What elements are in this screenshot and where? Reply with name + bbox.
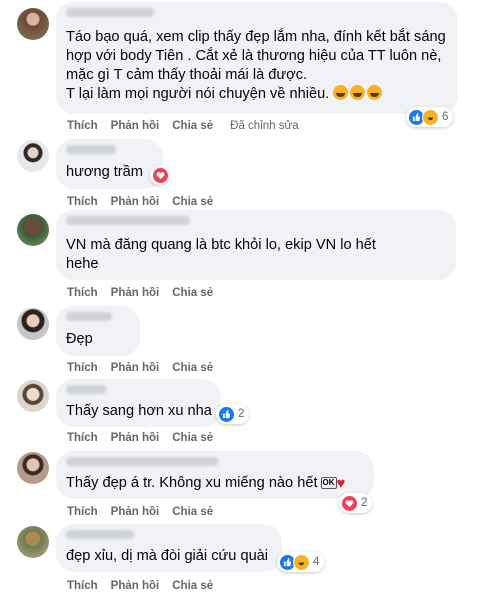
laughing-emoji-icon xyxy=(367,85,383,100)
comment-text: VN mà đăng quang là btc khỏi lo, ekip VN… xyxy=(66,237,376,272)
author-name[interactable] xyxy=(66,216,190,225)
comment-bubble: đẹp xỉu, dị mà đòi giải cứu quài xyxy=(56,524,282,572)
avatar[interactable] xyxy=(17,380,49,412)
reaction-count: 2 xyxy=(238,408,245,420)
author-name[interactable] xyxy=(66,530,134,539)
like-button[interactable]: Thích xyxy=(67,580,98,592)
ok-emoji-icon: OK xyxy=(320,477,337,489)
comment-bubble: hương trầm xyxy=(56,139,163,189)
love-icon xyxy=(341,494,358,512)
comment-actions: Thích Phản hồi Chia sẻ Đã chỉnh sửa xyxy=(67,120,299,132)
share-button[interactable]: Chia sẻ xyxy=(172,432,213,444)
reaction-summary[interactable]: 2 xyxy=(339,493,373,513)
comment-text: Táo bạo quá, xem clip thấy đẹp lắm nha, … xyxy=(66,29,446,102)
comment-actions: Thích Phản hồi Chia sẻ xyxy=(67,362,213,374)
author-name[interactable] xyxy=(66,145,116,154)
love-icon xyxy=(152,166,169,184)
reply-button[interactable]: Phản hồi xyxy=(111,196,160,208)
reaction-count: 6 xyxy=(442,111,449,123)
comment-text: Thấy sang hơn xu nha xyxy=(66,403,212,419)
laughing-emoji-icon xyxy=(333,85,349,100)
reply-button[interactable]: Phản hồi xyxy=(111,362,160,374)
share-button[interactable]: Chia sẻ xyxy=(172,580,213,592)
comment-actions: Thích Phản hồi Chia sẻ xyxy=(67,580,213,592)
comment-text: Đẹp xyxy=(66,331,93,347)
comment-bubble: Đẹp xyxy=(56,306,140,356)
like-button[interactable]: Thích xyxy=(67,287,98,299)
reply-button[interactable]: Phản hồi xyxy=(111,432,160,444)
like-button[interactable]: Thích xyxy=(67,362,98,374)
reaction-count: 2 xyxy=(361,497,368,509)
comment-actions: Thích Phản hồi Chia sẻ xyxy=(67,432,213,444)
author-name[interactable] xyxy=(66,385,106,394)
laughing-emoji-icon xyxy=(350,85,366,100)
author-name[interactable] xyxy=(66,8,154,17)
share-button[interactable]: Chia sẻ xyxy=(172,506,213,518)
edited-label: Đã chỉnh sửa xyxy=(230,120,299,132)
author-name[interactable] xyxy=(66,312,112,321)
like-button[interactable]: Thích xyxy=(67,120,98,132)
reaction-summary[interactable]: 6 xyxy=(406,107,454,127)
reply-button[interactable]: Phản hồi xyxy=(111,120,160,132)
share-button[interactable]: Chia sẻ xyxy=(172,362,213,374)
like-icon xyxy=(218,405,235,423)
reaction-summary[interactable]: 4 xyxy=(277,552,325,572)
avatar[interactable] xyxy=(17,308,49,340)
comment-bubble: Thấy sang hơn xu nha xyxy=(56,379,221,427)
reply-button[interactable]: Phản hồi xyxy=(111,580,160,592)
avatar[interactable] xyxy=(17,140,49,172)
comment-actions: Thích Phản hồi Chia sẻ xyxy=(67,506,213,518)
comment-bubble: Thấy đẹp á tr. Không xu miếng nào hết OK ♥ xyxy=(56,451,374,499)
comment-actions: Thích Phản hồi Chia sẻ xyxy=(67,196,213,208)
like-button[interactable]: Thích xyxy=(67,432,98,444)
reply-button[interactable]: Phản hồi xyxy=(111,287,160,299)
reaction-summary[interactable]: 2 xyxy=(216,404,250,424)
comment-actions: Thích Phản hồi Chia sẻ xyxy=(67,287,213,299)
comment-text: Thấy đẹp á tr. Không xu miếng nào hết OK ♥ xyxy=(66,475,346,492)
comment-bubble: VN mà đăng quang là btc khỏi lo, ekip VN… xyxy=(56,210,456,280)
share-button[interactable]: Chia sẻ xyxy=(172,287,213,299)
haha-icon xyxy=(422,108,439,126)
reply-button[interactable]: Phản hồi xyxy=(111,506,160,518)
comment-text: đẹp xỉu, dị mà đòi giải cứu quài xyxy=(66,548,269,564)
like-button[interactable]: Thích xyxy=(67,506,98,518)
reaction-summary[interactable] xyxy=(150,165,169,185)
avatar[interactable] xyxy=(17,8,49,40)
heart-emoji-icon: ♥ xyxy=(336,475,346,492)
share-button[interactable]: Chia sẻ xyxy=(172,120,213,132)
like-button[interactable]: Thích xyxy=(67,196,98,208)
avatar[interactable] xyxy=(17,214,49,246)
comment-bubble: Táo bạo quá, xem clip thấy đẹp lắm nha, … xyxy=(56,2,458,114)
avatar[interactable] xyxy=(17,526,49,558)
author-name[interactable] xyxy=(66,457,218,466)
avatar[interactable] xyxy=(17,452,49,484)
haha-icon xyxy=(293,553,310,571)
reaction-count: 4 xyxy=(313,556,320,568)
comment-text: hương trầm xyxy=(66,164,143,180)
share-button[interactable]: Chia sẻ xyxy=(172,196,213,208)
